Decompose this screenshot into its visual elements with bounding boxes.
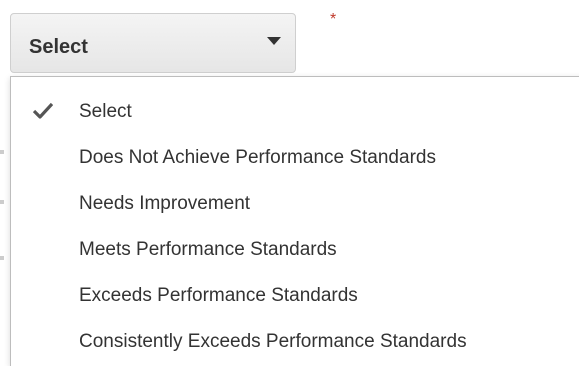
dropdown-option-select[interactable]: Select (11, 92, 579, 132)
check-icon (33, 102, 53, 119)
required-indicator: * (330, 11, 337, 28)
background-fragment (0, 200, 4, 204)
dropdown-option-consistently-exceeds[interactable]: Consistently Exceeds Performance Standar… (11, 322, 579, 362)
page: Select * Select Does Not Achieve Perform… (0, 0, 579, 366)
dropdown-option-label: Consistently Exceeds Performance Standar… (79, 331, 467, 352)
dropdown-option-label: Needs Improvement (79, 193, 251, 214)
select-dropdown-menu: Select Does Not Achieve Performance Stan… (10, 76, 579, 366)
dropdown-option-label: Meets Performance Standards (79, 239, 337, 260)
select-current-value: Select (29, 36, 88, 58)
chevron-down-icon[interactable] (267, 37, 281, 45)
dropdown-option-exceeds[interactable]: Exceeds Performance Standards (11, 276, 579, 316)
dropdown-option-does-not-achieve[interactable]: Does Not Achieve Performance Standards (11, 138, 579, 178)
background-fragment (0, 256, 4, 260)
dropdown-option-needs-improvement[interactable]: Needs Improvement (11, 184, 579, 224)
dropdown-option-label: Select (79, 101, 132, 122)
dropdown-option-label: Exceeds Performance Standards (79, 285, 358, 306)
rating-select[interactable]: Select (10, 13, 296, 73)
dropdown-option-label: Does Not Achieve Performance Standards (79, 147, 436, 168)
dropdown-option-meets[interactable]: Meets Performance Standards (11, 230, 579, 270)
background-fragment (0, 150, 4, 154)
